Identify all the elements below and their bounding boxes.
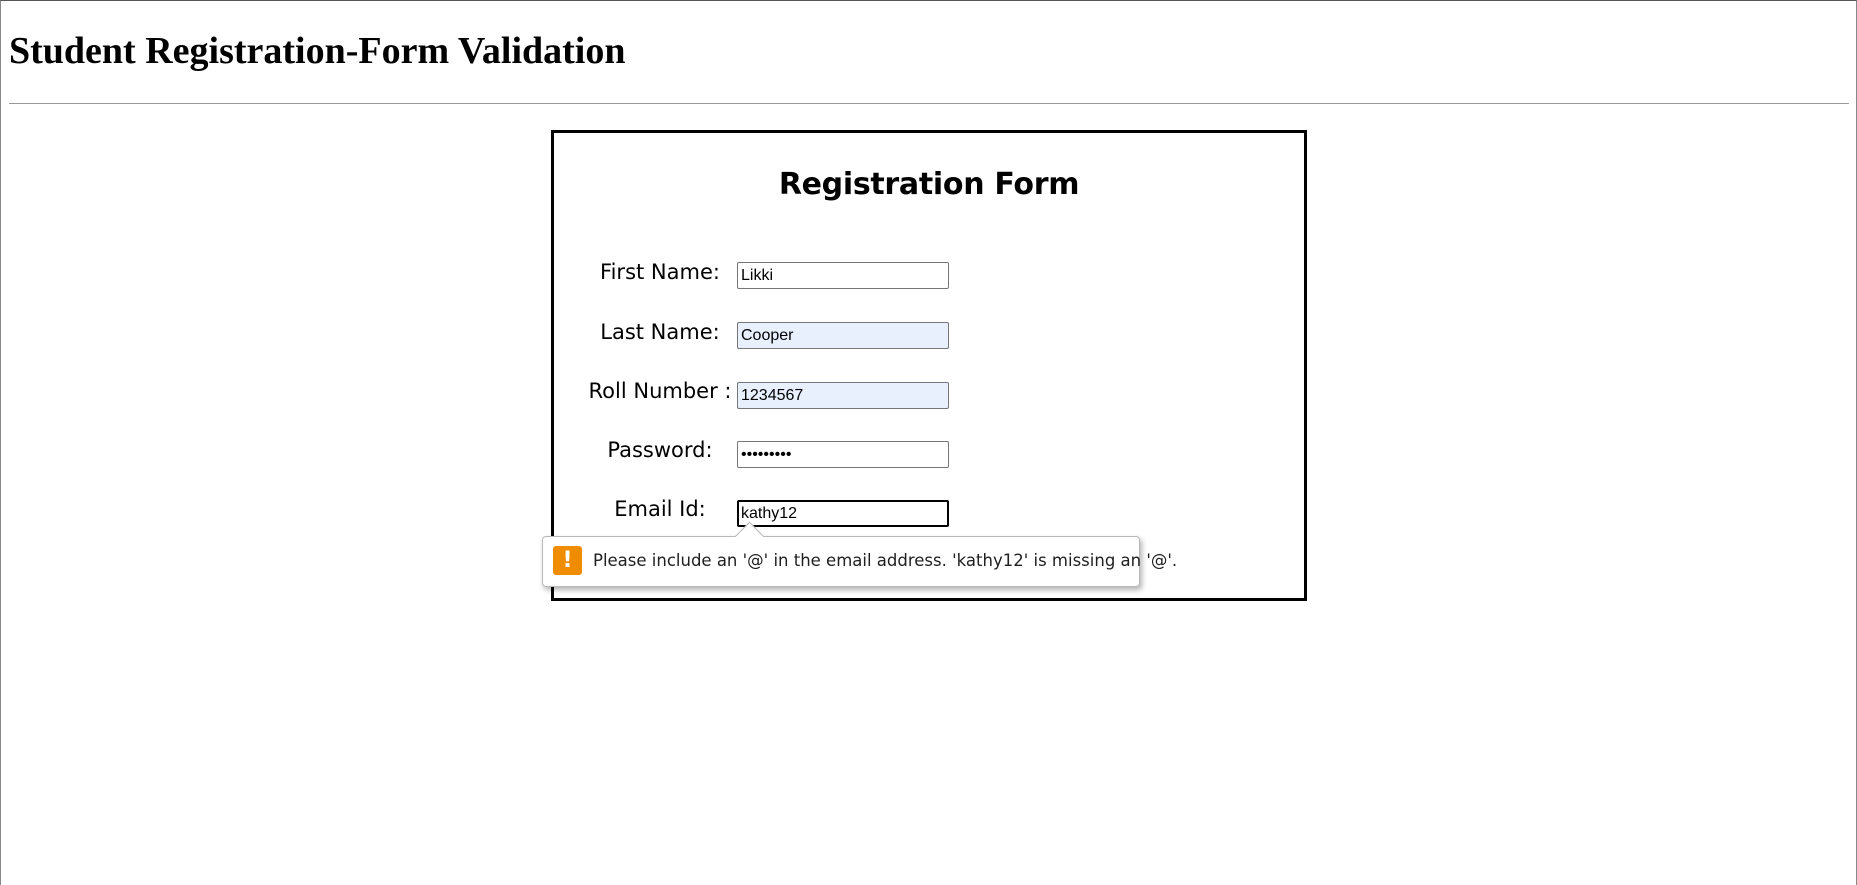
form-heading: Registration Form (778, 167, 1080, 202)
password-label: Password: (607, 438, 713, 462)
registration-form: Registration Form First Name: Last Name:… (551, 130, 1307, 601)
roll-number-label: Roll Number : (588, 379, 732, 403)
validation-message: Please include an '@' in the email addre… (593, 551, 1178, 570)
first-name-label: First Name: (600, 260, 720, 284)
roll-number-input[interactable] (737, 382, 949, 409)
email-validation-tooltip: ! Please include an '@' in the email add… (542, 521, 1177, 587)
warning-icon: ! (553, 546, 582, 575)
email-input[interactable] (737, 500, 949, 527)
password-input[interactable] (737, 441, 949, 468)
page-title: Student Registration-Form Validation (9, 30, 626, 72)
first-name-input[interactable] (737, 262, 949, 289)
title-divider (9, 103, 1849, 104)
last-name-label: Last Name: (600, 320, 720, 344)
last-name-input[interactable] (737, 322, 949, 349)
email-label: Email Id: (614, 497, 706, 521)
